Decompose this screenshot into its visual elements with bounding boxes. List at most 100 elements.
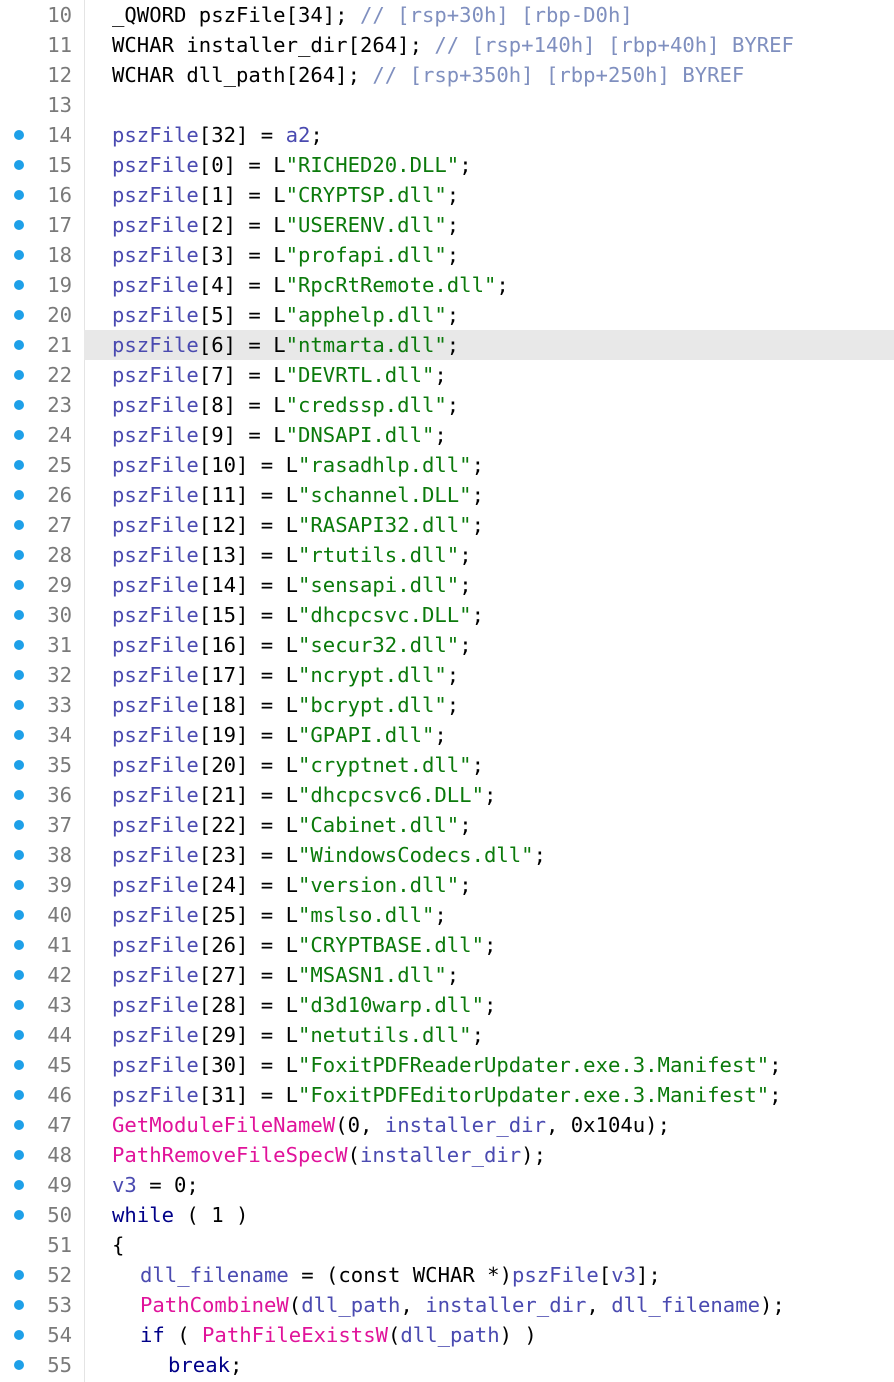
code-line[interactable]: 24 pszFile[9] = L"DNSAPI.dll"; <box>0 420 894 450</box>
breakpoint-dot-icon[interactable] <box>14 1090 24 1100</box>
breakpoint-dot-icon[interactable] <box>14 1000 24 1010</box>
code-text[interactable]: PathCombineW(dll_path, installer_dir, dl… <box>84 1290 894 1320</box>
code-line[interactable]: 20 pszFile[5] = L"apphelp.dll"; <box>0 300 894 330</box>
code-line[interactable]: 16 pszFile[1] = L"CRYPTSP.dll"; <box>0 180 894 210</box>
breakpoint-dot-icon[interactable] <box>14 790 24 800</box>
breakpoint-dot-icon[interactable] <box>14 130 24 140</box>
code-line[interactable]: 34 pszFile[19] = L"GPAPI.dll"; <box>0 720 894 750</box>
breakpoint-dot-icon[interactable] <box>14 1300 24 1310</box>
code-text[interactable]: WCHAR installer_dir[264]; // [rsp+140h] … <box>84 30 894 60</box>
code-line[interactable]: 49 v3 = 0; <box>0 1170 894 1200</box>
code-text[interactable]: _QWORD pszFile[34]; // [rsp+30h] [rbp-D0… <box>84 0 894 30</box>
code-line[interactable]: 21 pszFile[6] = L"ntmarta.dll"; <box>0 330 894 360</box>
code-text[interactable]: pszFile[2] = L"USERENV.dll"; <box>84 210 894 240</box>
code-line[interactable]: 53 PathCombineW(dll_path, installer_dir, … <box>0 1290 894 1320</box>
breakpoint-dot-icon[interactable] <box>14 970 24 980</box>
breakpoint-dot-icon[interactable] <box>14 700 24 710</box>
code-line[interactable]: 55 break; <box>0 1350 894 1380</box>
code-text[interactable]: pszFile[27] = L"MSASN1.dll"; <box>84 960 894 990</box>
code-line[interactable]: 47 GetModuleFileNameW(0, installer_dir, 0… <box>0 1110 894 1140</box>
code-line[interactable]: 15 pszFile[0] = L"RICHED20.DLL"; <box>0 150 894 180</box>
breakpoint-dot-icon[interactable] <box>14 370 24 380</box>
code-line[interactable]: 11 WCHAR installer_dir[264]; // [rsp+140h… <box>0 30 894 60</box>
code-line[interactable]: 51 { <box>0 1230 894 1260</box>
breakpoint-dot-icon[interactable] <box>14 280 24 290</box>
breakpoint-dot-icon[interactable] <box>14 1210 24 1220</box>
code-text[interactable]: pszFile[19] = L"GPAPI.dll"; <box>84 720 894 750</box>
code-text[interactable]: pszFile[15] = L"dhcpcsvc.DLL"; <box>84 600 894 630</box>
code-text[interactable]: pszFile[20] = L"cryptnet.dll"; <box>84 750 894 780</box>
code-text[interactable]: GetModuleFileNameW(0, installer_dir, 0x1… <box>84 1110 894 1140</box>
breakpoint-dot-icon[interactable] <box>14 550 24 560</box>
code-text[interactable]: pszFile[1] = L"CRYPTSP.dll"; <box>84 180 894 210</box>
breakpoint-dot-icon[interactable] <box>14 610 24 620</box>
code-text[interactable]: pszFile[17] = L"ncrypt.dll"; <box>84 660 894 690</box>
code-line[interactable]: 43 pszFile[28] = L"d3d10warp.dll"; <box>0 990 894 1020</box>
code-line[interactable]: 39 pszFile[24] = L"version.dll"; <box>0 870 894 900</box>
code-text[interactable]: pszFile[18] = L"bcrypt.dll"; <box>84 690 894 720</box>
code-text[interactable]: pszFile[28] = L"d3d10warp.dll"; <box>84 990 894 1020</box>
code-text[interactable]: pszFile[32] = a2; <box>84 120 894 150</box>
breakpoint-dot-icon[interactable] <box>14 1360 24 1370</box>
code-text[interactable]: v3 = 0; <box>84 1170 894 1200</box>
code-text[interactable]: pszFile[5] = L"apphelp.dll"; <box>84 300 894 330</box>
code-line[interactable]: 12 WCHAR dll_path[264]; // [rsp+350h] [rb… <box>0 60 894 90</box>
code-text[interactable]: pszFile[26] = L"CRYPTBASE.dll"; <box>84 930 894 960</box>
breakpoint-dot-icon[interactable] <box>14 880 24 890</box>
code-line[interactable]: 37 pszFile[22] = L"Cabinet.dll"; <box>0 810 894 840</box>
breakpoint-dot-icon[interactable] <box>14 850 24 860</box>
code-text[interactable]: pszFile[24] = L"version.dll"; <box>84 870 894 900</box>
code-line[interactable]: 45 pszFile[30] = L"FoxitPDFReaderUpdater.… <box>0 1050 894 1080</box>
code-line[interactable]: 13 <box>0 90 894 120</box>
code-line[interactable]: 30 pszFile[15] = L"dhcpcsvc.DLL"; <box>0 600 894 630</box>
code-text[interactable]: while ( 1 ) <box>84 1200 894 1230</box>
breakpoint-dot-icon[interactable] <box>14 310 24 320</box>
code-text[interactable]: pszFile[0] = L"RICHED20.DLL"; <box>84 150 894 180</box>
code-text[interactable]: break; <box>84 1350 894 1380</box>
code-text[interactable]: pszFile[4] = L"RpcRtRemote.dll"; <box>84 270 894 300</box>
code-text[interactable]: pszFile[3] = L"profapi.dll"; <box>84 240 894 270</box>
code-text[interactable]: pszFile[14] = L"sensapi.dll"; <box>84 570 894 600</box>
code-text[interactable]: pszFile[30] = L"FoxitPDFReaderUpdater.ex… <box>84 1050 894 1080</box>
breakpoint-dot-icon[interactable] <box>14 760 24 770</box>
code-text[interactable]: pszFile[8] = L"credssp.dll"; <box>84 390 894 420</box>
breakpoint-dot-icon[interactable] <box>14 730 24 740</box>
breakpoint-dot-icon[interactable] <box>14 520 24 530</box>
code-text[interactable]: PathRemoveFileSpecW(installer_dir); <box>84 1140 894 1170</box>
breakpoint-dot-icon[interactable] <box>14 160 24 170</box>
code-line[interactable]: 52 dll_filename = (const WCHAR *)pszFile[… <box>0 1260 894 1290</box>
code-line[interactable]: 54 if ( PathFileExistsW(dll_path) ) <box>0 1320 894 1350</box>
code-text[interactable]: if ( PathFileExistsW(dll_path) ) <box>84 1320 894 1350</box>
code-line[interactable]: 17 pszFile[2] = L"USERENV.dll"; <box>0 210 894 240</box>
code-line[interactable]: 22 pszFile[7] = L"DEVRTL.dll"; <box>0 360 894 390</box>
breakpoint-dot-icon[interactable] <box>14 1030 24 1040</box>
code-line[interactable]: 25 pszFile[10] = L"rasadhlp.dll"; <box>0 450 894 480</box>
breakpoint-dot-icon[interactable] <box>14 340 24 350</box>
code-line[interactable]: 28 pszFile[13] = L"rtutils.dll"; <box>0 540 894 570</box>
code-line[interactable]: 48 PathRemoveFileSpecW(installer_dir); <box>0 1140 894 1170</box>
code-text[interactable]: pszFile[21] = L"dhcpcsvc6.DLL"; <box>84 780 894 810</box>
code-text[interactable]: pszFile[13] = L"rtutils.dll"; <box>84 540 894 570</box>
breakpoint-dot-icon[interactable] <box>14 1150 24 1160</box>
breakpoint-dot-icon[interactable] <box>14 1060 24 1070</box>
code-text[interactable]: { <box>84 1230 894 1260</box>
code-line[interactable]: 26 pszFile[11] = L"schannel.DLL"; <box>0 480 894 510</box>
code-line[interactable]: 14 pszFile[32] = a2; <box>0 120 894 150</box>
breakpoint-dot-icon[interactable] <box>14 1330 24 1340</box>
breakpoint-dot-icon[interactable] <box>14 640 24 650</box>
code-line[interactable]: 29 pszFile[14] = L"sensapi.dll"; <box>0 570 894 600</box>
code-text[interactable]: pszFile[22] = L"Cabinet.dll"; <box>84 810 894 840</box>
breakpoint-dot-icon[interactable] <box>14 430 24 440</box>
code-line[interactable]: 42 pszFile[27] = L"MSASN1.dll"; <box>0 960 894 990</box>
breakpoint-dot-icon[interactable] <box>14 190 24 200</box>
code-line[interactable]: 36 pszFile[21] = L"dhcpcsvc6.DLL"; <box>0 780 894 810</box>
code-line[interactable]: 23 pszFile[8] = L"credssp.dll"; <box>0 390 894 420</box>
code-line[interactable]: 32 pszFile[17] = L"ncrypt.dll"; <box>0 660 894 690</box>
breakpoint-dot-icon[interactable] <box>14 1180 24 1190</box>
code-text[interactable]: pszFile[23] = L"WindowsCodecs.dll"; <box>84 840 894 870</box>
code-text[interactable]: pszFile[11] = L"schannel.DLL"; <box>84 480 894 510</box>
breakpoint-dot-icon[interactable] <box>14 460 24 470</box>
code-line[interactable]: 38 pszFile[23] = L"WindowsCodecs.dll"; <box>0 840 894 870</box>
code-editor[interactable]: 10 _QWORD pszFile[34]; // [rsp+30h] [rbp-… <box>0 0 894 1382</box>
code-text[interactable]: pszFile[25] = L"mslso.dll"; <box>84 900 894 930</box>
